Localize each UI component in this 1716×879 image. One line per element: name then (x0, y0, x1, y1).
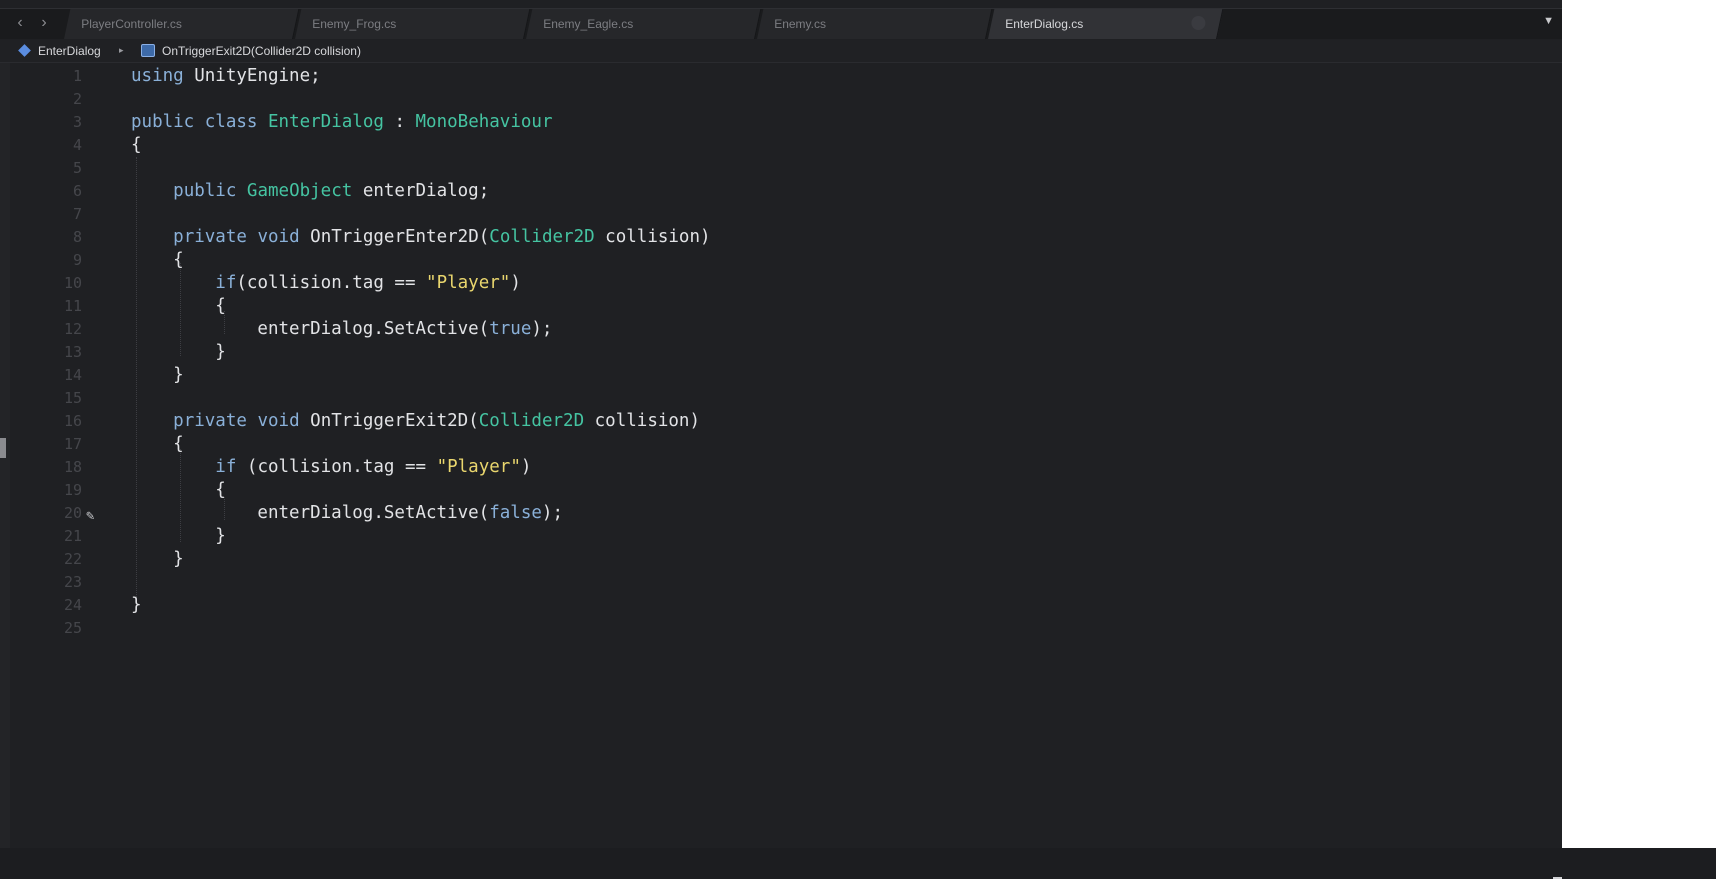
code-line: 16 private void OnTriggerExit2D(Collider… (0, 410, 1540, 433)
code-line: 8 private void OnTriggerEnter2D(Collider… (0, 226, 1540, 249)
line-number: 13 (63, 343, 82, 361)
line-number: 11 (63, 297, 82, 315)
line-number: 14 (63, 366, 82, 384)
tab-bar: ‹ › PlayerController.cs Enemy_Frog.cs En… (0, 8, 1562, 39)
breadcrumb-method[interactable]: OnTriggerExit2D(Collider2D collision) (162, 44, 361, 58)
blank-right-pane (1562, 0, 1716, 848)
code-text: { (131, 250, 184, 270)
code-line: 23 (0, 571, 1540, 594)
line-number: 3 (72, 113, 82, 131)
code-text: if(collision.tag == "Player") (215, 273, 521, 293)
tab-label: PlayerController.cs (81, 17, 182, 31)
code-line: 18 if (collision.tag == "Player") (0, 456, 1540, 479)
code-text: } (131, 342, 226, 362)
code-line: 13 } (0, 341, 1540, 364)
close-icon[interactable] (1191, 16, 1206, 30)
code-line: 7 (0, 203, 1540, 226)
code-text: } (131, 365, 184, 385)
line-number: 4 (72, 136, 82, 154)
tab-label: Enemy_Eagle.cs (543, 17, 634, 31)
code-line: 1 using UnityEngine; (0, 65, 1540, 88)
code-line: 4 { (0, 134, 1540, 157)
line-number: 25 (63, 619, 82, 637)
code-text: } (131, 595, 142, 615)
code-text: public class EnterDialog : MonoBehaviour (131, 112, 553, 132)
code-text: { (131, 296, 226, 316)
line-number: 23 (63, 573, 82, 591)
code-line: 3 public class EnterDialog : MonoBehavio… (0, 111, 1540, 134)
code-text: public GameObject enterDialog; (173, 181, 490, 201)
line-number: 24 (63, 596, 82, 614)
line-number: 6 (72, 182, 82, 200)
tab-enemy[interactable]: Enemy.cs (757, 9, 993, 39)
code-text: { (131, 480, 226, 500)
code-line: 14 } (0, 364, 1540, 387)
tab-label: Enemy.cs (774, 17, 826, 31)
method-icon (141, 44, 155, 57)
code-text: using UnityEngine; (131, 66, 321, 86)
code-text: private void OnTriggerEnter2D(Collider2D… (173, 227, 711, 247)
code-area[interactable]: 1 using UnityEngine; 2 3 public class En… (0, 63, 1562, 879)
code-line: 2 (0, 88, 1540, 111)
line-number: 12 (63, 320, 82, 338)
code-text: } (131, 526, 226, 546)
class-icon (18, 44, 31, 57)
tab-enterdialog[interactable]: EnterDialog.cs (988, 9, 1224, 39)
code-text: enterDialog.SetActive(false); (131, 503, 563, 523)
code-text: } (131, 549, 184, 569)
breadcrumb: EnterDialog ▸ OnTriggerExit2D(Collider2D… (0, 40, 1562, 63)
line-number: 5 (72, 159, 82, 177)
code-text: private void OnTriggerExit2D(Collider2D … (173, 411, 701, 431)
chevron-left-icon[interactable]: ‹ (10, 13, 30, 33)
line-number: 9 (72, 251, 82, 269)
line-number: 2 (72, 90, 82, 108)
tab-enemy-frog[interactable]: Enemy_Frog.cs (295, 9, 531, 39)
code-line: 17 { (0, 433, 1540, 456)
breadcrumb-separator-icon: ▸ (119, 45, 124, 55)
code-text: { (131, 135, 142, 155)
code-text: { (131, 434, 184, 454)
code-line: 21 } (0, 525, 1540, 548)
line-number: 10 (63, 274, 82, 292)
line-number: 18 (63, 458, 82, 476)
line-number: 7 (72, 205, 82, 223)
line-number: 20 (63, 504, 82, 522)
line-number: 19 (63, 481, 82, 499)
tab-label: Enemy_Frog.cs (312, 17, 397, 31)
code-line: 24 } (0, 594, 1540, 617)
line-number: 1 (72, 67, 82, 85)
code-editor-window: ‹ › PlayerController.cs Enemy_Frog.cs En… (0, 0, 1562, 879)
breadcrumb-class[interactable]: EnterDialog (38, 44, 101, 58)
tab-playercontroller[interactable]: PlayerController.cs (64, 9, 300, 39)
code-line: 15 (0, 387, 1540, 410)
tab-enemy-eagle[interactable]: Enemy_Eagle.cs (526, 9, 762, 39)
code-line: 25 (0, 617, 1540, 640)
line-number: 21 (63, 527, 82, 545)
code-line: 20 ✎ enterDialog.SetActive(false); (0, 502, 1540, 525)
code-line: 19 { (0, 479, 1540, 502)
tab-label: EnterDialog.cs (1005, 17, 1084, 31)
code-text: if (collision.tag == "Player") (215, 457, 532, 477)
tab-overflow-menu-icon[interactable]: ▼ (1543, 15, 1554, 27)
line-number: 17 (63, 435, 82, 453)
code-line: 10 if(collision.tag == "Player") (0, 272, 1540, 295)
chevron-right-icon[interactable]: › (34, 13, 54, 33)
code-line: 5 (0, 157, 1540, 180)
line-number: 16 (63, 412, 82, 430)
code-line: 22 } (0, 548, 1540, 571)
line-number: 8 (72, 228, 82, 246)
code-line: 9 { (0, 249, 1540, 272)
code-line: 12 enterDialog.SetActive(true); (0, 318, 1540, 341)
code-line: 6 public GameObject enterDialog; (0, 180, 1540, 203)
code-line: 11 { (0, 295, 1540, 318)
code-text: enterDialog.SetActive(true); (131, 319, 553, 339)
line-number: 22 (63, 550, 82, 568)
line-number: 15 (63, 389, 82, 407)
